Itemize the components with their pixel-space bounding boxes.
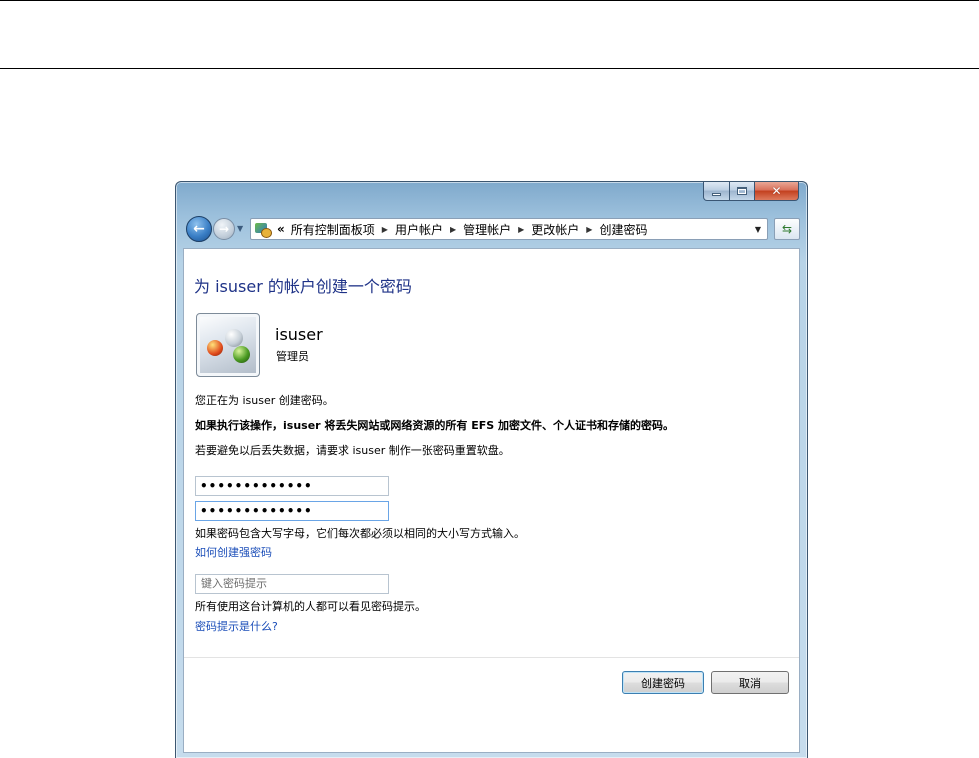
back-button[interactable]: ← [186,216,212,242]
breadcrumb-item[interactable]: 用户帐户 [393,221,445,238]
forward-arrow-icon: → [218,222,230,236]
recent-pages-dropdown-icon[interactable]: ▼ [237,224,243,233]
password-hint-field[interactable]: 键入密码提示 [195,574,389,594]
breadcrumb-chevron-icon[interactable]: ▶ [581,225,597,234]
new-password-field[interactable]: ••••••••••••• [195,476,389,496]
user-avatar [196,313,260,377]
refresh-button[interactable]: ⇆ [774,218,800,240]
navigation-bar: ← → ▼ « 所有控制面板项 ▶ 用户帐户 ▶ 管理帐户 ▶ 更改帐户 ▶ 创… [184,213,804,243]
avatar-ball-red [207,340,223,356]
breadcrumb-chevron-icon[interactable]: ▶ [445,225,461,234]
back-arrow-icon: ← [193,221,205,237]
password-hint-help-link[interactable]: 密码提示是什么? [195,618,278,634]
warning-text: 如果执行该操作，isuser 将丢失网站或网络资源的所有 EFS 加密文件、个人… [195,419,675,432]
user-name: isuser [275,325,323,344]
maximize-button[interactable] [730,182,755,201]
case-sensitivity-note: 如果密码包含大写字母，它们每次都必须以相同的大小写方式输入。 [195,527,525,540]
top-rule [0,0,979,1]
avatar-ball-silver [225,329,243,347]
window-controls: ✕ [703,182,799,201]
divider-rule [0,68,979,69]
breadcrumb-chevron-icon[interactable]: ▶ [377,225,393,234]
address-dropdown-icon[interactable]: ▼ [749,225,767,234]
breadcrumb-item[interactable]: 管理帐户 [461,221,513,238]
maximize-icon [737,187,747,195]
forward-button[interactable]: → [213,218,235,240]
control-panel-icon [254,221,272,238]
refresh-icon: ⇆ [781,222,793,236]
breadcrumb-overflow[interactable]: « [275,222,289,236]
footer-divider [184,657,799,658]
page-title: 为 isuser 的帐户创建一个密码 [194,277,412,296]
create-password-button[interactable]: 创建密码 [622,671,704,694]
cancel-button[interactable]: 取消 [711,671,789,694]
close-icon: ✕ [771,184,782,198]
user-role: 管理员 [276,350,309,363]
close-button[interactable]: ✕ [755,182,799,201]
hint-visibility-note: 所有使用这台计算机的人都可以看见密码提示。 [195,600,426,613]
confirm-password-field[interactable]: ••••••••••••• [195,501,389,521]
advice-text: 若要避免以后丢失数据，请要求 isuser 制作一张密码重置软盘。 [195,444,510,457]
minimize-button[interactable] [703,182,730,201]
breadcrumb-item[interactable]: 所有控制面板项 [289,221,377,238]
minimize-icon [712,193,721,196]
avatar-ball-green [233,346,250,363]
intro-text: 您正在为 isuser 创建密码。 [195,394,334,407]
breadcrumb-chevron-icon[interactable]: ▶ [513,225,529,234]
create-password-window: ✕ ← → ▼ « 所有控制面板项 ▶ 用户帐户 ▶ 管理帐户 ▶ 更改帐户 ▶… [175,181,808,758]
address-bar[interactable]: « 所有控制面板项 ▶ 用户帐户 ▶ 管理帐户 ▶ 更改帐户 ▶ 创建密码 ▼ [250,218,768,240]
strong-password-link[interactable]: 如何创建强密码 [195,544,272,560]
breadcrumb-item[interactable]: 创建密码 [597,221,649,238]
breadcrumb-item[interactable]: 更改帐户 [529,221,581,238]
main-content: 为 isuser 的帐户创建一个密码 isuser 管理员 您正在为 isuse… [183,248,800,753]
